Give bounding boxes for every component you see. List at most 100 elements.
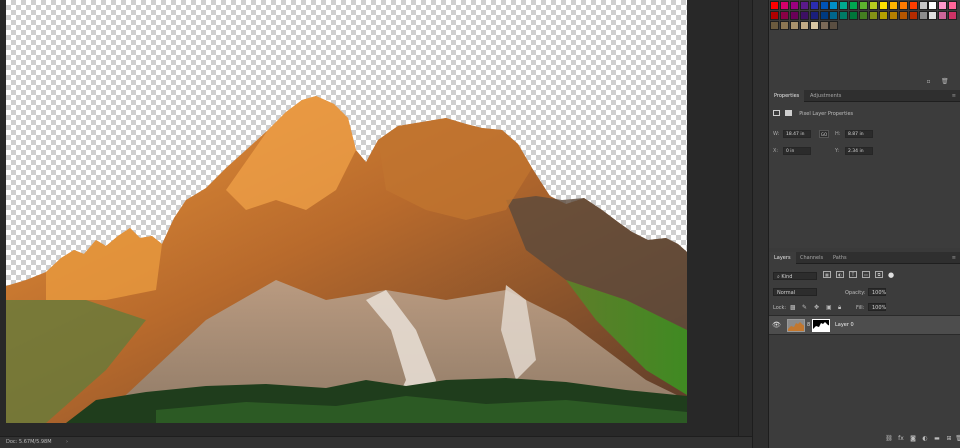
properties-panel: Properties Adjustments ≡ Pixel Layer Pro… (769, 90, 960, 248)
tab-layers[interactable]: Layers (769, 252, 796, 264)
new-swatch-icon[interactable]: ▫ (925, 78, 932, 85)
swatch[interactable] (928, 1, 938, 10)
tab-properties[interactable]: Properties (769, 90, 805, 102)
swatch[interactable] (789, 21, 799, 30)
swatch[interactable] (779, 11, 789, 20)
swatch[interactable] (789, 1, 799, 10)
x-field[interactable]: 0 in (783, 147, 811, 155)
swatch[interactable] (779, 1, 789, 10)
height-field[interactable]: 8.87 in (845, 130, 873, 138)
lock-pixels-icon[interactable]: ✎ (802, 304, 807, 311)
swatch[interactable] (770, 21, 779, 30)
add-mask-icon[interactable]: ◙ (909, 435, 917, 443)
type-filter-icon[interactable]: T (849, 271, 857, 278)
lock-artboard-icon[interactable]: ▣ (826, 304, 832, 311)
swatch[interactable] (908, 11, 918, 20)
swatch[interactable] (869, 11, 878, 20)
swatch[interactable] (859, 11, 869, 20)
swatch[interactable] (809, 11, 819, 20)
swatch[interactable] (849, 1, 859, 10)
swatch[interactable] (819, 1, 829, 10)
swatch[interactable] (888, 11, 898, 20)
swatch[interactable] (799, 21, 809, 30)
swatch[interactable] (799, 11, 809, 20)
swatch[interactable] (918, 1, 928, 10)
tab-adjustments[interactable]: Adjustments (805, 90, 846, 102)
smart-object-filter-icon[interactable]: ⧉ (875, 271, 883, 278)
y-field[interactable]: 2.34 in (845, 147, 873, 155)
swatch[interactable] (888, 1, 898, 10)
layer-name[interactable]: Layer 0 (835, 322, 854, 328)
swatch[interactable] (839, 11, 849, 20)
swatch[interactable] (809, 1, 819, 10)
properties-header: Pixel Layer Properties (773, 110, 853, 117)
filter-toggle-icon[interactable]: ● (888, 271, 894, 279)
swatch[interactable] (928, 11, 938, 20)
swatch[interactable] (898, 1, 908, 10)
delete-icon[interactable]: 🗑 (955, 435, 960, 443)
layer-mask-thumbnail[interactable] (812, 319, 830, 332)
lock-transparent-icon[interactable]: ▩ (790, 304, 796, 311)
status-bar: Doc: 5.67M/5.98M › (0, 436, 752, 448)
status-arrow-icon[interactable]: › (66, 439, 68, 445)
properties-tabbar: Properties Adjustments ≡ (769, 90, 960, 102)
swatch[interactable] (948, 1, 958, 10)
swatch[interactable] (819, 21, 829, 30)
shape-filter-icon[interactable]: ▭ (862, 271, 870, 278)
pixel-filter-icon[interactable]: ▦ (823, 271, 831, 278)
swatch[interactable] (948, 11, 958, 20)
canvas-area[interactable]: Doc: 5.67M/5.98M › (0, 0, 752, 448)
layers-tabbar: Layers Channels Paths ≡ (769, 252, 960, 264)
swatch[interactable] (770, 11, 779, 20)
link-dimensions-button[interactable]: GO (819, 130, 829, 138)
layers-footer: ⛓ fx ◙ ◐ ▬ ⊞ 🗑 (769, 433, 960, 446)
blend-mode-dropdown[interactable]: Normal (773, 288, 817, 296)
swatch[interactable] (829, 21, 839, 30)
swatch[interactable] (779, 21, 789, 30)
swatch[interactable] (918, 11, 928, 20)
swatch[interactable] (839, 1, 849, 10)
swatch[interactable] (869, 1, 878, 10)
new-layer-icon[interactable]: ⊞ (945, 435, 953, 443)
swatch[interactable] (908, 1, 918, 10)
group-icon[interactable]: ▬ (933, 435, 941, 443)
layer-thumbnail[interactable] (787, 319, 805, 332)
vertical-scrollbar[interactable] (738, 0, 752, 436)
swatch[interactable] (809, 21, 819, 30)
swatch[interactable] (789, 11, 799, 20)
swatch[interactable] (819, 11, 829, 20)
fill-field[interactable]: 100% (868, 303, 886, 311)
swatch[interactable] (849, 11, 859, 20)
document-canvas[interactable] (6, 0, 687, 423)
filter-kind-dropdown[interactable]: ⌕ Kind (773, 272, 817, 280)
adjustment-filter-icon[interactable]: ◐ (836, 271, 844, 278)
opacity-field[interactable]: 100% (868, 288, 886, 296)
swatch[interactable] (878, 11, 888, 20)
swatch[interactable] (938, 11, 948, 20)
layers-menu-icon[interactable]: ≡ (952, 255, 956, 261)
panel-menu-icon[interactable]: ≡ (952, 93, 956, 99)
swatch[interactable] (859, 1, 869, 10)
swatch[interactable] (878, 1, 888, 10)
lock-all-icon[interactable]: 🔒︎ (838, 304, 841, 312)
delete-swatch-icon[interactable]: 🗑 (941, 78, 949, 85)
fx-icon[interactable]: fx (897, 435, 905, 443)
swatch[interactable] (799, 1, 809, 10)
adjustment-layer-icon[interactable]: ◐ (921, 435, 929, 443)
swatch[interactable] (829, 1, 839, 10)
layer-row[interactable]: 👁︎ 8 Layer 0 (769, 315, 960, 335)
eye-icon[interactable]: 👁︎ (772, 322, 781, 329)
mask-link-icon[interactable]: 8 (807, 322, 810, 328)
swatch[interactable] (829, 11, 839, 20)
link-layers-icon[interactable]: ⛓ (885, 435, 893, 443)
mountain-image (6, 96, 687, 423)
tab-paths[interactable]: Paths (828, 252, 852, 264)
width-field[interactable]: 18.47 in (783, 130, 811, 138)
swatch[interactable] (770, 1, 779, 10)
lock-position-icon[interactable]: ✥ (814, 304, 819, 311)
swatch[interactable] (938, 1, 948, 10)
tab-channels[interactable]: Channels (795, 252, 828, 264)
swatch[interactable] (898, 11, 908, 20)
h-label: H: (835, 131, 841, 137)
collapsed-panel-strip (753, 0, 769, 448)
